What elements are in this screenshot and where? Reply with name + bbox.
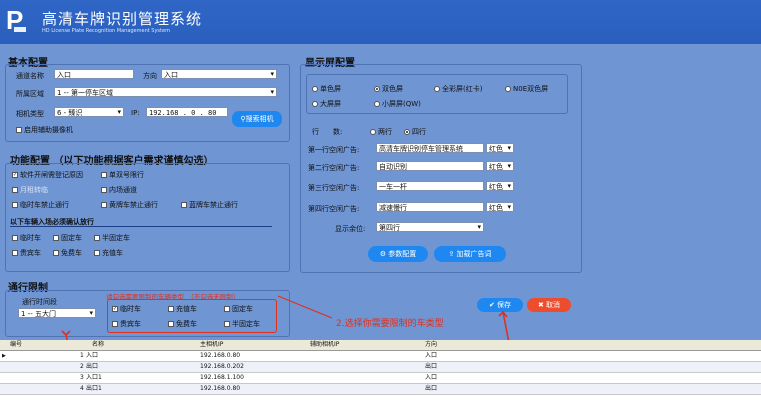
col-header[interactable]: 辅助相机IP [310, 340, 339, 350]
row-no: 4 [80, 385, 84, 392]
row-no: 3 [80, 374, 84, 381]
row-ip: 192.168.0.80 [200, 352, 241, 359]
table-row[interactable]: 4 出口1 192.168.0.80 出口 [0, 384, 761, 395]
row-name: 入口 [86, 352, 99, 359]
col-header[interactable]: 主相机IP [200, 340, 223, 350]
row-ip: 192.168.0.202 [200, 363, 244, 370]
channel-table: 编号 名称 主相机IP 辅助相机IP 方向 ▶ 1 入口 192.168.0.8… [0, 340, 761, 400]
row-name: 出口 [86, 363, 99, 370]
row-name: 出口1 [86, 385, 102, 392]
row-dir: 出口 [425, 363, 438, 370]
row-dir: 入口 [425, 374, 438, 381]
row-no: 2 [80, 363, 84, 370]
row-dir: 入口 [425, 352, 438, 359]
row-ip: 192.168.0.80 [200, 385, 241, 392]
row-pointer-icon: ▶ [2, 353, 6, 359]
col-header[interactable]: 名称 [92, 340, 104, 350]
table-header: 编号 名称 主相机IP 辅助相机IP 方向 [0, 340, 761, 351]
table-row[interactable]: ▶ 1 入口 192.168.0.80 入口 [0, 351, 761, 362]
row-ip: 192.168.1.100 [200, 374, 244, 381]
row-dir: 出口 [425, 385, 438, 392]
row-name: 入口1 [86, 374, 102, 381]
table-row[interactable]: 3 入口1 192.168.1.100 入口 [0, 373, 761, 384]
row-no: 1 [80, 352, 84, 359]
col-header[interactable]: 方向 [425, 340, 437, 350]
col-header[interactable]: 编号 [10, 340, 22, 350]
table-row[interactable]: 2 出口 192.168.0.202 出口 [0, 362, 761, 373]
